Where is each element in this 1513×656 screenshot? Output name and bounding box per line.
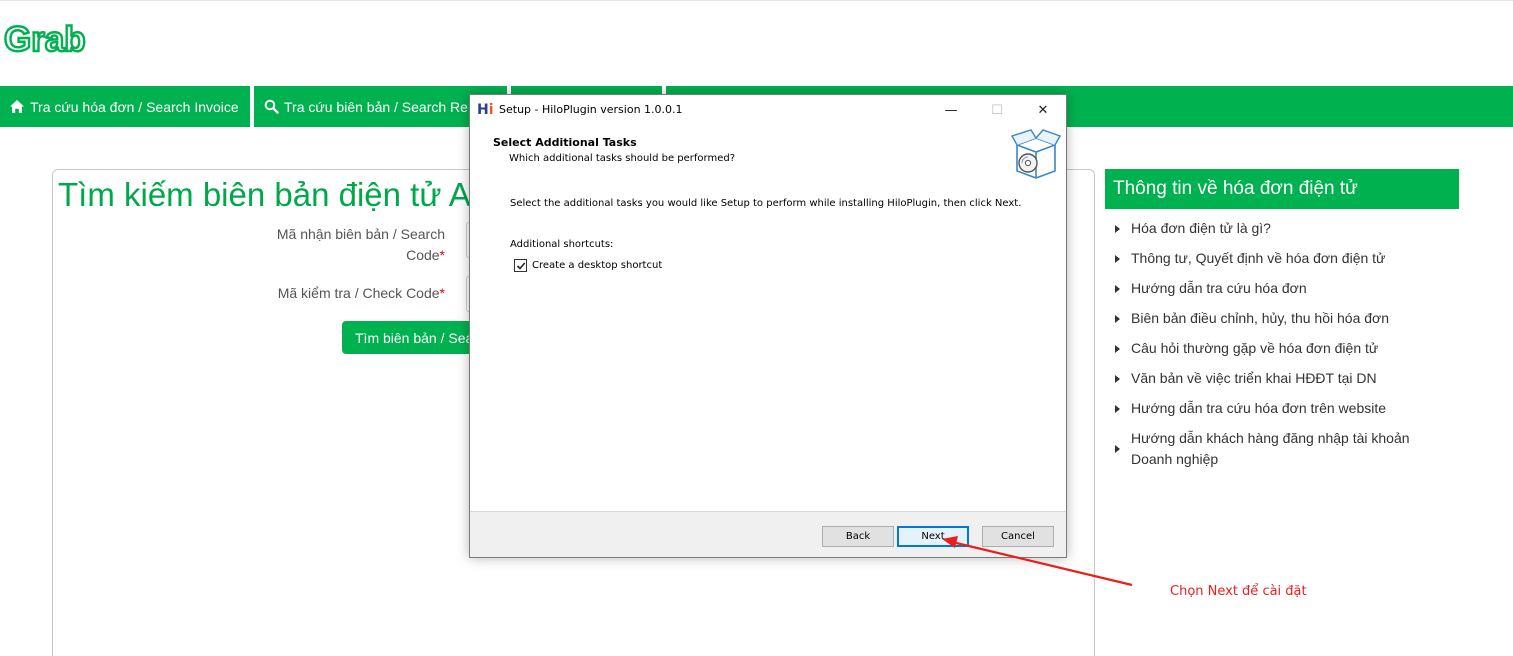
sidebar-item-adjustment-records[interactable]: Biên bản điều chỉnh, hủy, thu hồi hóa đơ…	[1113, 308, 1433, 329]
wizard-instruction: Select the additional tasks you would li…	[510, 198, 1022, 209]
required-mark: *	[439, 247, 445, 263]
sidebar-item-label: Văn bản về việc triển khai HĐĐT tại DN	[1131, 370, 1377, 386]
sidebar-item-what-is-einvoice[interactable]: Hóa đơn điện tử là gì?	[1113, 218, 1433, 239]
sidebar-item-label: Hóa đơn điện tử là gì?	[1131, 220, 1271, 236]
close-icon: ✕	[1037, 102, 1049, 118]
sidebar-item-business-login[interactable]: Hướng dẫn khách hàng đăng nhập tài khoản…	[1113, 428, 1433, 470]
top-divider	[0, 0, 1513, 1]
search-code-label-line1: Mã nhận biên bản / Search	[276, 226, 445, 242]
desktop-shortcut-option[interactable]: Create a desktop shortcut	[514, 259, 662, 272]
search-code-label-line2: Code	[406, 247, 440, 263]
dialog-title: Setup - HiloPlugin version 1.0.0.1	[499, 103, 683, 116]
wizard-footer: Back Next Cancel	[470, 511, 1066, 557]
next-button[interactable]: Next	[897, 526, 969, 547]
nav-search-invoice-label: Tra cứu hóa đơn / Search Invoice	[30, 98, 239, 115]
check-code-label: Mã kiểm tra / Check Code*	[262, 283, 445, 304]
nav-search-invoice[interactable]: Tra cứu hóa đơn / Search Invoice	[0, 86, 250, 127]
sidebar-item-label: Hướng dẫn tra cứu hóa đơn trên website	[1131, 400, 1387, 416]
desktop-shortcut-checkbox[interactable]	[514, 259, 527, 272]
sidebar-item-label: Biên bản điều chỉnh, hủy, thu hồi hóa đơ…	[1131, 310, 1390, 326]
close-button[interactable]: ✕	[1020, 95, 1066, 125]
setup-dialog: Hi Setup - HiloPlugin version 1.0.0.1 — …	[469, 94, 1067, 558]
minimize-icon: —	[944, 102, 958, 118]
triangle-right-icon	[1115, 405, 1120, 413]
wizard-header: Select Additional Tasks Which additional…	[470, 125, 1066, 185]
sidebar-item-label: Hướng dẫn khách hàng đăng nhập tài khoản…	[1131, 430, 1410, 467]
triangle-right-icon	[1115, 315, 1120, 323]
triangle-right-icon	[1115, 445, 1120, 453]
maximize-icon: ☐	[991, 102, 1003, 118]
sidebar-item-lookup-guide[interactable]: Hướng dẫn tra cứu hóa đơn	[1113, 278, 1433, 299]
search-icon	[262, 98, 280, 116]
home-icon	[8, 98, 26, 116]
grab-logo-text: Grab	[4, 20, 86, 59]
sidebar-list: Hóa đơn điện tử là gì? Thông tư, Quyết đ…	[1113, 218, 1433, 479]
triangle-right-icon	[1115, 345, 1120, 353]
sidebar-item-label: Câu hỏi thường gặp về hóa đơn điện tử	[1131, 340, 1379, 356]
triangle-right-icon	[1115, 375, 1120, 383]
checkmark-icon	[516, 261, 525, 270]
sidebar-item-documents[interactable]: Văn bản về việc triển khai HĐĐT tại DN	[1113, 368, 1433, 389]
search-code-label: Mã nhận biên bản / Search Code*	[262, 224, 445, 266]
search-record-button[interactable]: Tìm biên bản / Sea	[342, 321, 482, 354]
page-title: Tìm kiếm biên bản điện tử A	[58, 176, 471, 213]
sidebar-item-circulars[interactable]: Thông tư, Quyết định về hóa đơn điện tử	[1113, 248, 1433, 269]
additional-shortcuts-label: Additional shortcuts:	[510, 239, 614, 250]
sidebar-item-website-guide[interactable]: Hướng dẫn tra cứu hóa đơn trên website	[1113, 398, 1433, 419]
maximize-button: ☐	[974, 95, 1020, 125]
back-button[interactable]: Back	[822, 526, 894, 547]
annotation-text: Chọn Next để cài đặt	[1170, 584, 1307, 599]
cancel-button[interactable]: Cancel	[982, 526, 1054, 547]
sidebar-title: Thông tin về hóa đơn điện tử	[1105, 169, 1459, 209]
triangle-right-icon	[1115, 255, 1120, 263]
triangle-right-icon	[1115, 225, 1120, 233]
required-mark: *	[439, 285, 445, 301]
nav-search-record-label: Tra cứu biên bản / Search Re	[284, 98, 468, 115]
minimize-button[interactable]: —	[928, 95, 974, 125]
sidebar-item-faq[interactable]: Câu hỏi thường gặp về hóa đơn điện tử	[1113, 338, 1433, 359]
sidebar-item-label: Hướng dẫn tra cứu hóa đơn	[1131, 280, 1307, 296]
hilo-app-icon: Hi	[477, 102, 494, 118]
app-icon-letter-h: H	[477, 102, 489, 118]
grab-logo[interactable]: Grab	[4, 16, 96, 60]
app-icon-letter-i: i	[488, 102, 494, 118]
sidebar-item-label: Thông tư, Quyết định về hóa đơn điện tử	[1131, 250, 1386, 266]
setup-box-icon	[1011, 129, 1061, 179]
check-code-label-text: Mã kiểm tra / Check Code	[277, 285, 440, 301]
triangle-right-icon	[1115, 285, 1120, 293]
dialog-titlebar[interactable]: Hi Setup - HiloPlugin version 1.0.0.1 — …	[470, 95, 1066, 125]
wizard-subheading: Which additional tasks should be perform…	[509, 153, 736, 164]
desktop-shortcut-label: Create a desktop shortcut	[532, 260, 663, 271]
wizard-heading: Select Additional Tasks	[493, 136, 637, 149]
